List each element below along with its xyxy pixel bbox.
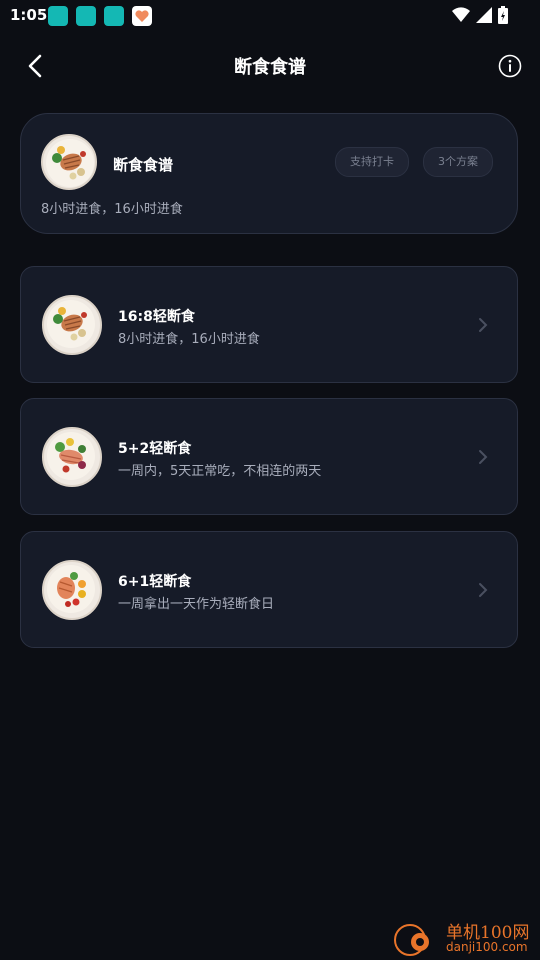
header: 断食食谱 — [0, 40, 540, 92]
battery-icon — [498, 6, 508, 24]
tag-check-in: 支持打卡 — [335, 147, 409, 177]
food-plate-image — [41, 134, 97, 190]
page-title: 断食食谱 — [234, 57, 306, 78]
watermark: 单机100网 danji100.com — [390, 916, 540, 960]
hero-title: 断食食谱 — [113, 156, 174, 174]
plan-subtitle: 8小时进食，16小时进食 — [118, 332, 260, 347]
plan-subtitle: 一周拿出一天作为轻断食日 — [118, 597, 275, 612]
wifi-icon — [452, 7, 470, 23]
chevron-right-icon — [479, 450, 488, 464]
chevron-right-icon — [479, 583, 488, 597]
plan-title: 5+2轻断食 — [118, 441, 192, 457]
plan-card-6-1[interactable]: 6+1轻断食 一周拿出一天作为轻断食日 — [20, 531, 518, 648]
hero-card: 断食食谱 支持打卡 3个方案 8小时进食，16小时进食 — [20, 113, 518, 234]
app-icon — [76, 6, 96, 26]
status-bar: 1:05 — [0, 0, 540, 30]
plan-title: 16:8轻断食 — [118, 309, 195, 325]
status-icons — [452, 6, 508, 24]
food-plate-image — [42, 295, 102, 355]
plan-title: 6+1轻断食 — [118, 574, 192, 590]
watermark-url: danji100.com — [446, 940, 528, 954]
food-plate-image — [42, 427, 102, 487]
plan-subtitle: 一周内，5天正常吃，不相连的两天 — [118, 464, 322, 479]
watermark-logo-icon — [394, 924, 429, 956]
tag-plan-count: 3个方案 — [423, 147, 493, 177]
plan-card-16-8[interactable]: 16:8轻断食 8小时进食，16小时进食 — [20, 266, 518, 383]
food-plate-image — [42, 560, 102, 620]
app-icon — [104, 6, 124, 26]
plan-card-5-2[interactable]: 5+2轻断食 一周内，5天正常吃，不相连的两天 — [20, 398, 518, 515]
chevron-right-icon — [479, 318, 488, 332]
signal-icon — [476, 7, 492, 23]
info-icon[interactable] — [498, 54, 522, 78]
app-icon — [48, 6, 68, 26]
hero-subtitle: 8小时进食，16小时进食 — [41, 202, 183, 217]
heart-app-icon — [132, 6, 152, 26]
status-time: 1:05 — [10, 6, 48, 24]
